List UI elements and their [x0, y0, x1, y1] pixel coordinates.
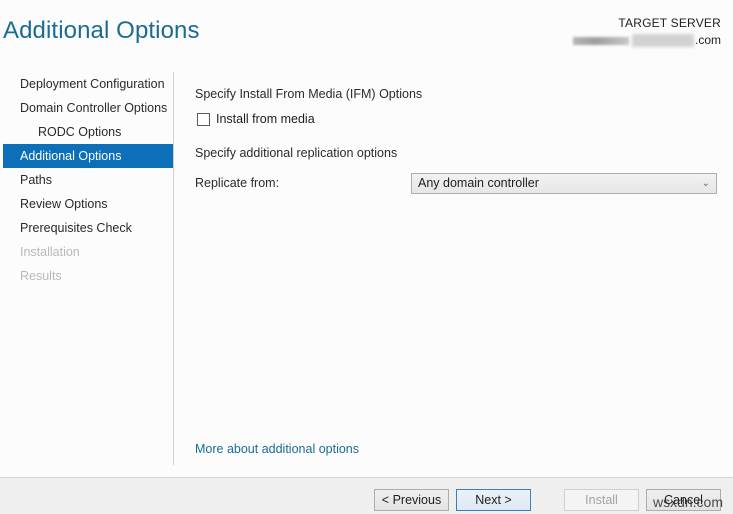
target-server-suffix: .com	[694, 33, 721, 47]
sidebar-item-domain-controller-options[interactable]: Domain Controller Options	[3, 96, 173, 120]
sidebar-item-additional-options[interactable]: Additional Options	[3, 144, 173, 168]
replicate-from-label: Replicate from:	[195, 176, 280, 190]
wizard-footer: < Previous Next > Install Cancel wsxdn.c…	[0, 477, 733, 514]
sidebar-item-results: Results	[20, 269, 62, 283]
watermark: wsxdn.com	[652, 494, 723, 510]
next-button[interactable]: Next >	[456, 489, 531, 511]
target-server: TARGET SERVER .com	[572, 15, 721, 49]
install-button: Install	[564, 489, 639, 511]
redacted-text	[572, 36, 629, 45]
sidebar-item-prerequisites-check[interactable]: Prerequisites Check	[3, 216, 173, 240]
redacted-text	[631, 34, 694, 47]
replication-heading: Specify additional replication options	[195, 146, 398, 160]
page-title: Additional Options	[3, 17, 200, 44]
sidebar-item-paths[interactable]: Paths	[3, 168, 173, 192]
sidebar-item-deployment-configuration[interactable]: Deployment Configuration	[3, 72, 173, 96]
checkbox-box[interactable]	[197, 112, 210, 126]
install-from-media-label: Install from media	[216, 112, 315, 126]
install-from-media-checkbox[interactable]: Install from media	[195, 109, 717, 129]
replicate-from-row: Replicate from: Any domain controller ⌄	[195, 172, 717, 194]
main-content: Specify Install From Media (IFM) Options…	[195, 84, 717, 194]
replicate-from-value: Any domain controller	[418, 175, 539, 190]
wizard-steps-sidebar: Deployment Configuration Domain Controll…	[3, 72, 174, 465]
previous-button[interactable]: < Previous	[374, 489, 449, 511]
sidebar-item-review-options[interactable]: Review Options	[3, 192, 173, 216]
sidebar-item-installation: Installation	[20, 245, 80, 259]
ifm-heading: Specify Install From Media (IFM) Options	[195, 87, 423, 101]
replicate-from-dropdown[interactable]: Any domain controller ⌄	[411, 172, 717, 194]
sidebar-item-rodc-options[interactable]: RODC Options	[3, 120, 173, 144]
more-about-options-link[interactable]: More about additional options	[195, 442, 359, 456]
chevron-down-icon: ⌄	[701, 177, 710, 189]
target-server-name: .com	[572, 32, 721, 49]
target-server-label: TARGET SERVER	[618, 16, 721, 30]
